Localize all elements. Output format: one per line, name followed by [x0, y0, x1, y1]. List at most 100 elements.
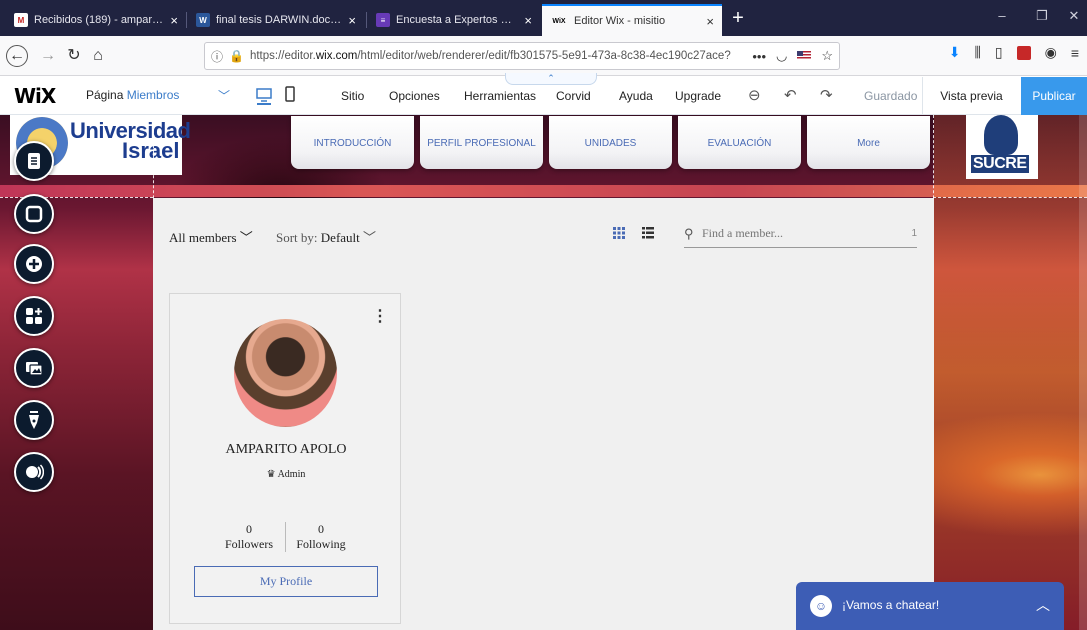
desktop-icon[interactable] [254, 85, 274, 105]
blog-button[interactable] [14, 400, 54, 440]
menu-herramientas[interactable]: Herramientas [464, 89, 536, 103]
crown-icon: ♛ [266, 469, 276, 480]
ascend-button[interactable] [14, 452, 54, 492]
grid-view-icon[interactable] [612, 226, 626, 240]
zoom-icon[interactable]: ⊖ [748, 86, 761, 104]
menu-opciones[interactable]: Opciones [389, 89, 440, 103]
gridline [933, 197, 1087, 198]
more-options-icon[interactable]: ⋮ [372, 306, 388, 326]
page-actions-icon[interactable]: ••• [752, 49, 766, 64]
member-name[interactable]: AMPARITO APOLO [170, 442, 402, 458]
close-icon[interactable]: × [170, 13, 178, 28]
tab-label: Recibidos (189) - ampary20@g [34, 14, 164, 26]
pocket-icon[interactable]: ◡ [776, 48, 787, 64]
list-view-icon[interactable] [641, 226, 655, 240]
collapse-toolbar-handle[interactable]: ⌃ [505, 73, 597, 85]
smiley-icon: ☺ [810, 595, 832, 617]
library-icon[interactable]: ⫼ [974, 44, 980, 61]
url-bar[interactable]: ⓘ 🔒 https://editor.wix.com/html/editor/w… [204, 42, 840, 70]
background-band [0, 185, 1087, 197]
wix-icon: WiX [552, 17, 566, 25]
search-input[interactable] [702, 226, 902, 241]
tab-forms[interactable]: ≡ Encuesta a Expertos Guía Meto × [368, 4, 540, 36]
menu-corvid[interactable]: Corvid [556, 89, 591, 103]
tab-label: final tesis DARWIN.docx - Micr [216, 14, 343, 26]
menu-ayuda[interactable]: Ayuda [619, 89, 653, 103]
sidebar-icon[interactable]: ▯ [995, 44, 1003, 61]
redo-icon[interactable]: ↷ [820, 86, 833, 104]
flag-icon[interactable] [797, 51, 812, 61]
browser-tab-strip: M Recibidos (189) - ampary20@g × W final… [0, 0, 1087, 36]
wix-logo[interactable]: WiX [14, 84, 56, 108]
close-window-icon[interactable]: ✕ [1062, 8, 1086, 24]
background-sunset [934, 115, 1087, 630]
close-icon[interactable]: × [348, 13, 356, 28]
back-icon[interactable]: ← [6, 45, 28, 67]
chevron-down-icon[interactable]: ﹀ [218, 87, 230, 104]
download-icon[interactable]: ⬇ [949, 44, 961, 61]
pen-icon [29, 411, 39, 429]
pdf-extension-icon[interactable] [1016, 45, 1031, 60]
pages-menu-button[interactable] [14, 141, 54, 181]
menu-icon[interactable]: ≡ [1071, 45, 1079, 61]
canvas-scrollbar[interactable] [1079, 115, 1087, 630]
nav-more[interactable]: More [807, 116, 930, 169]
followers-stat[interactable]: 0 Followers [214, 522, 284, 552]
pages-icon [28, 153, 40, 169]
member-search[interactable]: ⚲ 1 [684, 224, 917, 248]
media-button[interactable] [14, 348, 54, 388]
undo-icon[interactable]: ↶ [784, 86, 797, 104]
add-button[interactable] [14, 244, 54, 284]
lock-warning-icon[interactable]: 🔒 [229, 49, 244, 63]
page-selector[interactable]: Página Miembros [86, 88, 179, 102]
new-tab-button[interactable]: + [726, 6, 750, 30]
reload-icon[interactable]: ↻ [62, 44, 86, 68]
background-icon [25, 205, 43, 223]
info-icon[interactable]: ⓘ [211, 48, 223, 65]
avatar[interactable] [234, 319, 337, 427]
nav-introduccion[interactable]: INTRODUCCIÓN [291, 116, 414, 169]
forward-icon[interactable]: → [36, 44, 60, 68]
forms-icon: ≡ [376, 13, 390, 27]
plus-icon [26, 256, 42, 272]
background-button[interactable] [14, 194, 54, 234]
publish-button[interactable]: Publicar [1021, 77, 1087, 115]
close-icon[interactable]: × [524, 13, 532, 28]
menu-upgrade[interactable]: Upgrade [675, 89, 721, 103]
preview-button[interactable]: Vista previa [922, 77, 1020, 115]
members-section: All members ﹀ Sort by: Default ﹀ ⚲ 1 ⋮ A… [153, 198, 934, 630]
tab-word[interactable]: W final tesis DARWIN.docx - Micr × [188, 4, 364, 36]
member-count: 1 [911, 228, 917, 239]
sucre-logo[interactable]: SUCRE [966, 115, 1038, 179]
search-icon: ⚲ [684, 226, 694, 241]
chat-widget[interactable]: ☺ ¡Vamos a chatear! ︿ [796, 582, 1064, 630]
nav-perfil-profesional[interactable]: PERFIL PROFESIONAL [420, 116, 543, 169]
members-filter[interactable]: All members ﹀ [169, 227, 253, 246]
word-icon: W [196, 13, 210, 27]
member-card: ⋮ AMPARITO APOLO ♛ Admin 0 Followers 0 F… [169, 293, 401, 624]
my-profile-button[interactable]: My Profile [194, 566, 378, 597]
tab-label: Encuesta a Expertos Guía Meto [396, 14, 519, 26]
gmail-icon: M [14, 13, 28, 27]
home-icon[interactable]: ⌂ [86, 44, 110, 68]
sort-dropdown[interactable]: Sort by: Default ﹀ [276, 227, 376, 246]
saved-status: Guardado [864, 89, 918, 103]
bookmark-star-icon[interactable]: ☆ [821, 48, 833, 64]
url-text[interactable]: https://editor.wix.com/html/editor/web/r… [250, 50, 746, 62]
mobile-icon[interactable] [280, 85, 300, 105]
media-icon [26, 362, 43, 376]
apps-icon [26, 308, 42, 324]
following-stat[interactable]: 0 Following [286, 522, 356, 552]
minimize-icon[interactable]: – [990, 8, 1014, 23]
chevron-up-icon[interactable]: ︿ [1036, 595, 1050, 615]
add-apps-button[interactable] [14, 296, 54, 336]
menu-sitio[interactable]: Sitio [341, 89, 364, 103]
nav-evaluacion[interactable]: EVALUACIÓN [678, 116, 801, 169]
browser-nav-bar: ← → ↻ ⌂ ⓘ 🔒 https://editor.wix.com/html/… [0, 36, 1087, 76]
tab-wix-editor[interactable]: WiX Editor Wix - misitio × [542, 4, 722, 36]
extension-icon[interactable]: ◉ [1045, 44, 1057, 61]
tab-gmail[interactable]: M Recibidos (189) - ampary20@g × [6, 4, 186, 36]
nav-unidades[interactable]: UNIDADES [549, 116, 672, 169]
close-icon[interactable]: × [706, 14, 714, 29]
restore-icon[interactable]: ❐ [1030, 8, 1054, 24]
